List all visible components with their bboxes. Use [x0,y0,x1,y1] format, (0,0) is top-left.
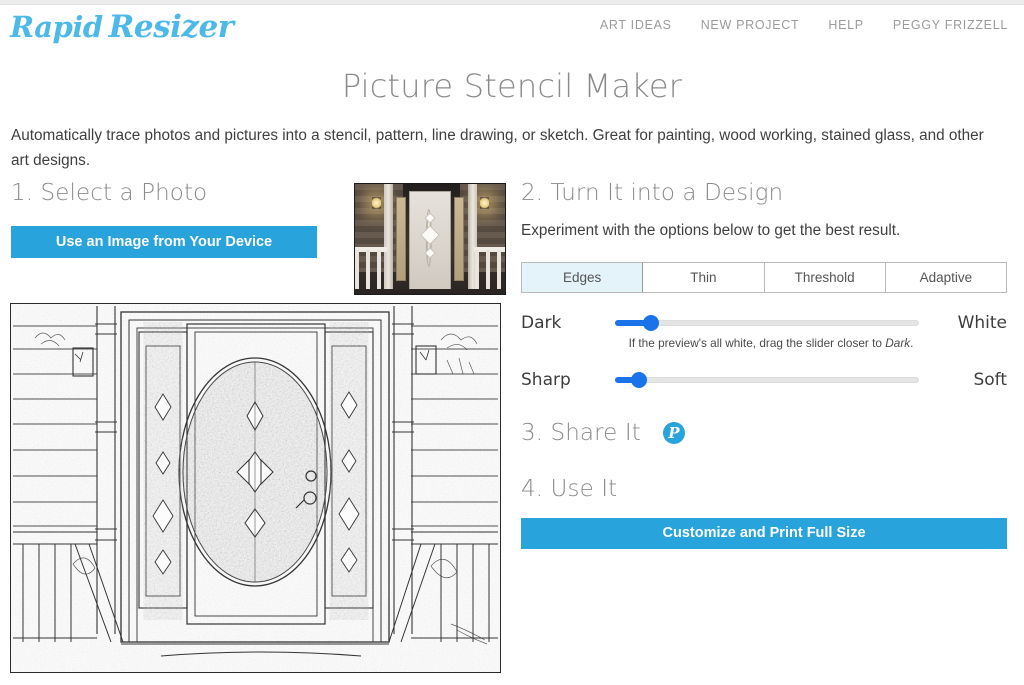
sharpness-slider[interactable] [615,371,919,389]
step3-heading: 3. Share It [521,420,641,446]
logo-word-rapid: Rapid [10,10,103,44]
step2-heading: 2. Turn It into a Design [521,180,784,206]
hint-prefix: If the preview's all white, drag the sli… [628,336,886,350]
logo-word-resizer: Resizer [108,9,234,45]
page-title: Picture Stencil Maker [341,67,683,105]
site-header: Rapid Resizer ART IDEAS NEW PROJECT HELP … [0,5,1024,57]
darkness-slider[interactable] [615,314,919,332]
step3-row: 3. Share It P [521,418,1013,448]
nav-help[interactable]: HELP [828,18,863,32]
nav-new-project[interactable]: NEW PROJECT [701,18,800,32]
left-column: 1. Select a Photo Use an Image from Your… [11,178,511,295]
hint-suffix: . [910,336,914,350]
stencil-preview-image[interactable] [10,303,501,673]
darkness-slider-thumb[interactable] [643,315,660,331]
site-logo[interactable]: Rapid Resizer [10,9,234,45]
darkness-slider-label-right: White [957,313,1007,333]
sharpness-slider-row: Sharp Soft [521,370,1007,390]
main-navigation: ART IDEAS NEW PROJECT HELP PEGGY FRIZZEL… [600,18,1008,32]
tab-edges[interactable]: Edges [522,263,644,292]
porch-light-left-icon [371,197,381,210]
step2-subtext: Experiment with the options below to get… [521,222,901,239]
darkness-slider-row: Dark White [521,313,1007,333]
tab-threshold[interactable]: Threshold [764,263,886,292]
hint-emphasis: Dark [885,336,911,350]
tab-adaptive[interactable]: Adaptive [885,263,1006,292]
thumbnail-art [355,184,505,294]
right-column: 2. Turn It into a Design Experiment with… [521,178,1013,549]
nav-art-ideas[interactable]: ART IDEAS [600,18,672,32]
step4-heading: 4. Use It [521,476,618,502]
customize-print-button[interactable]: Customize and Print Full Size [521,518,1007,549]
darkness-slider-track[interactable] [615,320,919,326]
upload-image-button[interactable]: Use an Image from Your Device [11,226,317,258]
pinterest-icon[interactable]: P [662,422,685,444]
sharpness-slider-label-right: Soft [973,370,1007,390]
darkness-slider-hint: If the preview's all white, drag the sli… [521,336,1007,350]
sharpness-slider-thumb[interactable] [631,372,648,388]
sharpness-slider-label-left: Sharp [521,370,571,390]
sharpness-slider-track[interactable] [615,377,919,383]
darkness-slider-label-left: Dark [521,313,562,333]
nav-account[interactable]: PEGGY FRIZZELL [893,18,1008,32]
design-mode-tabs: Edges Thin Threshold Adaptive [521,262,1007,293]
source-photo-thumbnail[interactable] [354,183,506,295]
porch-light-right-icon [479,197,489,210]
tab-thin[interactable]: Thin [643,263,765,292]
page-intro-text: Automatically trace photos and pictures … [11,127,984,169]
